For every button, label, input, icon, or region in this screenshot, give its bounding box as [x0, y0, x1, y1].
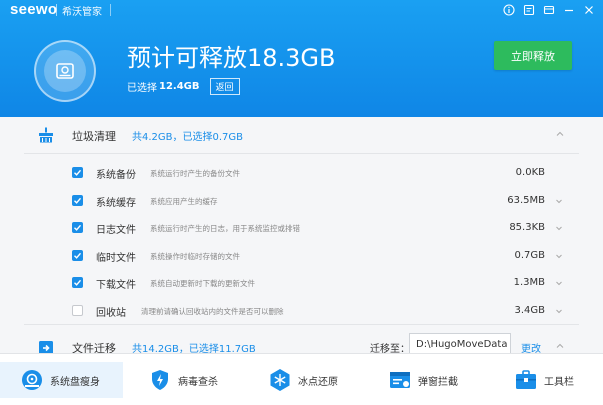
- seewo-logo: seewo: [10, 1, 58, 18]
- section-divider: [24, 324, 579, 325]
- checkmark-icon: [74, 279, 82, 286]
- item-label: 系统备份: [96, 170, 136, 181]
- snowflake-icon: [270, 369, 290, 391]
- chevron-down-icon[interactable]: [555, 224, 563, 232]
- skin-icon[interactable]: [541, 2, 557, 18]
- item-description: 系统自动更新时下载的更新文件: [150, 279, 255, 288]
- toolbar-item-popup-block[interactable]: 弹窗拦截: [388, 362, 458, 398]
- item-checkbox[interactable]: [72, 167, 83, 178]
- chevron-down-icon[interactable]: [555, 252, 563, 260]
- junk-item-row[interactable]: 临时文件 系统操作时临时存储的文件 0.7GB: [0, 241, 603, 269]
- item-label: 回收站: [96, 307, 126, 319]
- toolbar-label: 冰点还原: [298, 376, 338, 388]
- selected-summary: 已选择 12.4GB 返回: [127, 78, 240, 95]
- chevron-down-icon[interactable]: [555, 279, 563, 287]
- title-bar: seewo 希沃管家: [0, 0, 603, 20]
- section-divider: [24, 153, 579, 154]
- checkmark-icon: [74, 252, 82, 259]
- item-description: 系统运行时产生的日志，用于系统监控或排错: [150, 224, 300, 233]
- chevron-up-icon[interactable]: [555, 129, 565, 139]
- toolbox-icon: [516, 370, 536, 389]
- item-size: 85.3KB: [509, 222, 545, 233]
- item-size: 3.4GB: [514, 304, 545, 316]
- migrate-path-field[interactable]: D:\HugoMoveData: [409, 333, 511, 355]
- toolbar-label: 工具栏: [544, 376, 574, 388]
- shield-icon: [152, 370, 168, 390]
- broom-icon: [39, 127, 53, 143]
- checkmark-icon: [74, 224, 82, 231]
- junk-cleanup-stats: 共4.2GB，已选择0.7GB: [132, 132, 244, 143]
- app-name: 希沃管家: [62, 7, 102, 18]
- junk-item-row[interactable]: 系统缓存 系统应用产生的缓存 63.5MB: [0, 186, 603, 214]
- item-checkbox[interactable]: [72, 249, 83, 261]
- info-icon[interactable]: [501, 2, 517, 18]
- logo-divider: [56, 4, 57, 16]
- minimize-icon[interactable]: [561, 2, 577, 18]
- checkmark-icon: [74, 169, 82, 176]
- cleanup-list: 垃圾清理 共4.2GB，已选择0.7GB 系统备份 系统运行时产生的备份文件 0.0…: [0, 117, 603, 355]
- item-label: 下载文件: [96, 280, 136, 291]
- releasable-size-headline: 预计可释放18.3GB: [127, 44, 336, 72]
- item-checkbox[interactable]: [72, 304, 83, 316]
- junk-item-row[interactable]: 系统备份 系统运行时产生的备份文件 0.0KB: [0, 159, 603, 186]
- junk-item-row[interactable]: 回收站 清理前请确认回收站内的文件是否可以删除 3.4GB: [0, 296, 603, 324]
- item-label: 临时文件: [96, 252, 136, 264]
- item-size: 0.0KB: [515, 167, 545, 178]
- bottom-toolbar: 系统盘瘦身 病毒查杀 冰点还原 弹窗拦截 工具栏: [0, 353, 603, 405]
- chevron-down-icon[interactable]: [555, 307, 563, 315]
- item-checkbox[interactable]: [72, 222, 83, 233]
- window-controls: [501, 2, 597, 18]
- toolbar-item-toolbox[interactable]: 工具栏: [514, 362, 574, 398]
- item-label: 日志文件: [96, 225, 136, 236]
- item-description: 系统应用产生的缓存: [150, 196, 218, 206]
- junk-cleanup-title: 垃圾清理: [72, 130, 116, 143]
- item-size: 0.7GB: [514, 249, 545, 261]
- hard-disk-icon: [44, 50, 86, 92]
- item-description: 清理前请确认回收站内的文件是否可以删除: [141, 306, 284, 316]
- item-size: 63.5MB: [507, 194, 545, 206]
- junk-cleanup-section[interactable]: 垃圾清理 共4.2GB，已选择0.7GB: [0, 117, 603, 153]
- item-checkbox[interactable]: [72, 194, 83, 206]
- selected-prefix: 已选择: [127, 83, 157, 94]
- junk-item-row[interactable]: 下载文件 系统自动更新时下载的更新文件 1.3MB: [0, 269, 603, 296]
- back-button[interactable]: 返回: [209, 78, 240, 95]
- item-label: 系统缓存: [96, 197, 136, 209]
- junk-item-row[interactable]: 日志文件 系统运行时产生的日志，用于系统监控或排错 85.3KB: [0, 214, 603, 241]
- toolbar-item-disk-slim[interactable]: 系统盘瘦身: [0, 362, 123, 398]
- checkmark-icon: [74, 197, 82, 204]
- toolbar-label: 病毒查杀: [178, 376, 218, 388]
- toolbar-item-freeze-restore[interactable]: 冰点还原: [268, 362, 338, 398]
- disk-slim-icon: [22, 370, 42, 390]
- item-checkbox[interactable]: [72, 277, 83, 288]
- feedback-icon[interactable]: [521, 2, 537, 18]
- item-description: 系统运行时产生的备份文件: [150, 169, 240, 178]
- release-now-button[interactable]: 立即释放: [494, 41, 572, 70]
- chevron-up-icon[interactable]: [555, 341, 565, 351]
- file-migration-section[interactable]: 文件迁移 共14.2GB，已选择11.7GB 迁移至： D:\HugoMoveD…: [0, 329, 603, 355]
- disk-status-icon: [34, 40, 96, 102]
- item-size: 1.3MB: [513, 277, 545, 288]
- item-description: 系统操作时临时存储的文件: [150, 251, 240, 261]
- header-banner: seewo 希沃管家 预计可释放18.3GB 已选择 12.4GB 返回 立即释…: [0, 0, 603, 117]
- toolbar-label: 弹窗拦截: [418, 376, 458, 388]
- close-icon[interactable]: [581, 2, 597, 18]
- selected-size: 12.4GB: [159, 81, 200, 92]
- app-name-divider: [110, 4, 111, 16]
- toolbar-item-antivirus[interactable]: 病毒查杀: [148, 362, 218, 398]
- popup-block-icon: [390, 372, 410, 388]
- chevron-down-icon[interactable]: [555, 197, 563, 205]
- toolbar-label: 系统盘瘦身: [50, 376, 100, 388]
